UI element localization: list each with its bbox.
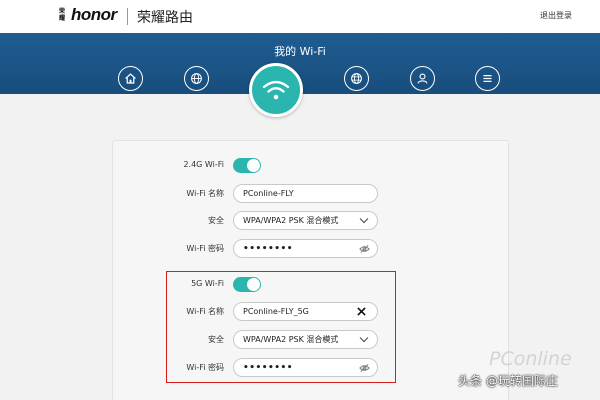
wifi24-password-input[interactable]: •••••••• xyxy=(233,239,378,258)
wifi24-security-value: WPA/WPA2 PSK 混合模式 xyxy=(243,216,339,225)
wifi5-password-input[interactable]: •••••••• xyxy=(233,358,378,377)
wifi24-security-select[interactable]: WPA/WPA2 PSK 混合模式 xyxy=(233,211,378,230)
wifi24-password-label: Wi-Fi 密码 xyxy=(186,244,224,253)
wifi5-name-row: Wi-Fi 名称 PConline-FLY_5G xyxy=(0,302,600,322)
eye-hidden-icon[interactable] xyxy=(359,244,370,254)
wifi5-security-value: WPA/WPA2 PSK 混合模式 xyxy=(243,335,339,344)
nav-network-button[interactable] xyxy=(344,66,369,91)
toggle-knob xyxy=(247,159,260,172)
menu-icon xyxy=(483,75,492,82)
wifi24-security-row: 安全 WPA/WPA2 PSK 混合模式 xyxy=(0,211,600,231)
wifi5-security-label: 安全 xyxy=(208,335,224,344)
brand-logo: honor xyxy=(71,5,117,24)
wifi24-password-row: Wi-Fi 密码 •••••••• xyxy=(0,239,600,259)
wifi24-password-value: •••••••• xyxy=(243,244,294,254)
wifi5-name-label: Wi-Fi 名称 xyxy=(186,307,224,316)
nav-more-button[interactable] xyxy=(475,66,500,91)
toggle-knob xyxy=(247,278,260,291)
wifi24-name-value: PConline-FLY xyxy=(243,189,294,198)
eye-hidden-icon[interactable] xyxy=(359,363,370,373)
brand-divider xyxy=(127,8,128,25)
wifi24-name-row: Wi-Fi 名称 PConline-FLY xyxy=(0,184,600,204)
user-icon xyxy=(417,73,428,84)
wifi-icon xyxy=(262,80,290,100)
wifi5-toggle-label: 5G Wi-Fi xyxy=(191,279,224,288)
wifi5-security-row: 安全 WPA/WPA2 PSK 混合模式 xyxy=(0,330,600,350)
wifi5-toggle-row: 5G Wi-Fi xyxy=(0,275,600,295)
clear-icon[interactable] xyxy=(357,307,366,316)
wifi24-name-label: Wi-Fi 名称 xyxy=(186,189,224,198)
wifi24-toggle-label: 2.4G Wi-Fi xyxy=(183,160,224,169)
wifi24-toggle[interactable] xyxy=(233,158,261,173)
wifi5-password-value: •••••••• xyxy=(243,363,294,373)
source-watermark: 头条 @玩转国际庄 xyxy=(458,374,558,388)
top-header: 荣耀 honor 荣耀路由 退出登录 xyxy=(0,0,600,33)
app-title: 荣耀路由 xyxy=(137,10,193,26)
wifi24-name-input[interactable]: PConline-FLY xyxy=(233,184,378,203)
chevron-down-icon xyxy=(359,337,369,343)
nav-internet-button[interactable] xyxy=(184,66,209,91)
internet-globe-icon xyxy=(351,73,362,84)
wifi5-security-select[interactable]: WPA/WPA2 PSK 混合模式 xyxy=(233,330,378,349)
logout-link[interactable]: 退出登录 xyxy=(540,10,572,21)
globe-icon xyxy=(191,73,202,84)
wifi5-name-value: PConline-FLY_5G xyxy=(243,307,309,316)
page-title: 我的 Wi-Fi xyxy=(274,45,326,58)
pconline-watermark: PConline xyxy=(489,348,572,370)
nav-devices-button[interactable] xyxy=(410,66,435,91)
brand-small-text: 荣耀 xyxy=(59,8,66,22)
nav-wifi-button-active[interactable] xyxy=(249,63,303,117)
wifi5-password-label: Wi-Fi 密码 xyxy=(186,363,224,372)
chevron-down-icon xyxy=(359,218,369,224)
wifi24-security-label: 安全 xyxy=(208,216,224,225)
wifi5-toggle[interactable] xyxy=(233,277,261,292)
wifi24-toggle-row: 2.4G Wi-Fi xyxy=(0,156,600,176)
wifi5-name-input[interactable]: PConline-FLY_5G xyxy=(233,302,378,321)
home-icon xyxy=(125,73,136,84)
nav-home-button[interactable] xyxy=(118,66,143,91)
